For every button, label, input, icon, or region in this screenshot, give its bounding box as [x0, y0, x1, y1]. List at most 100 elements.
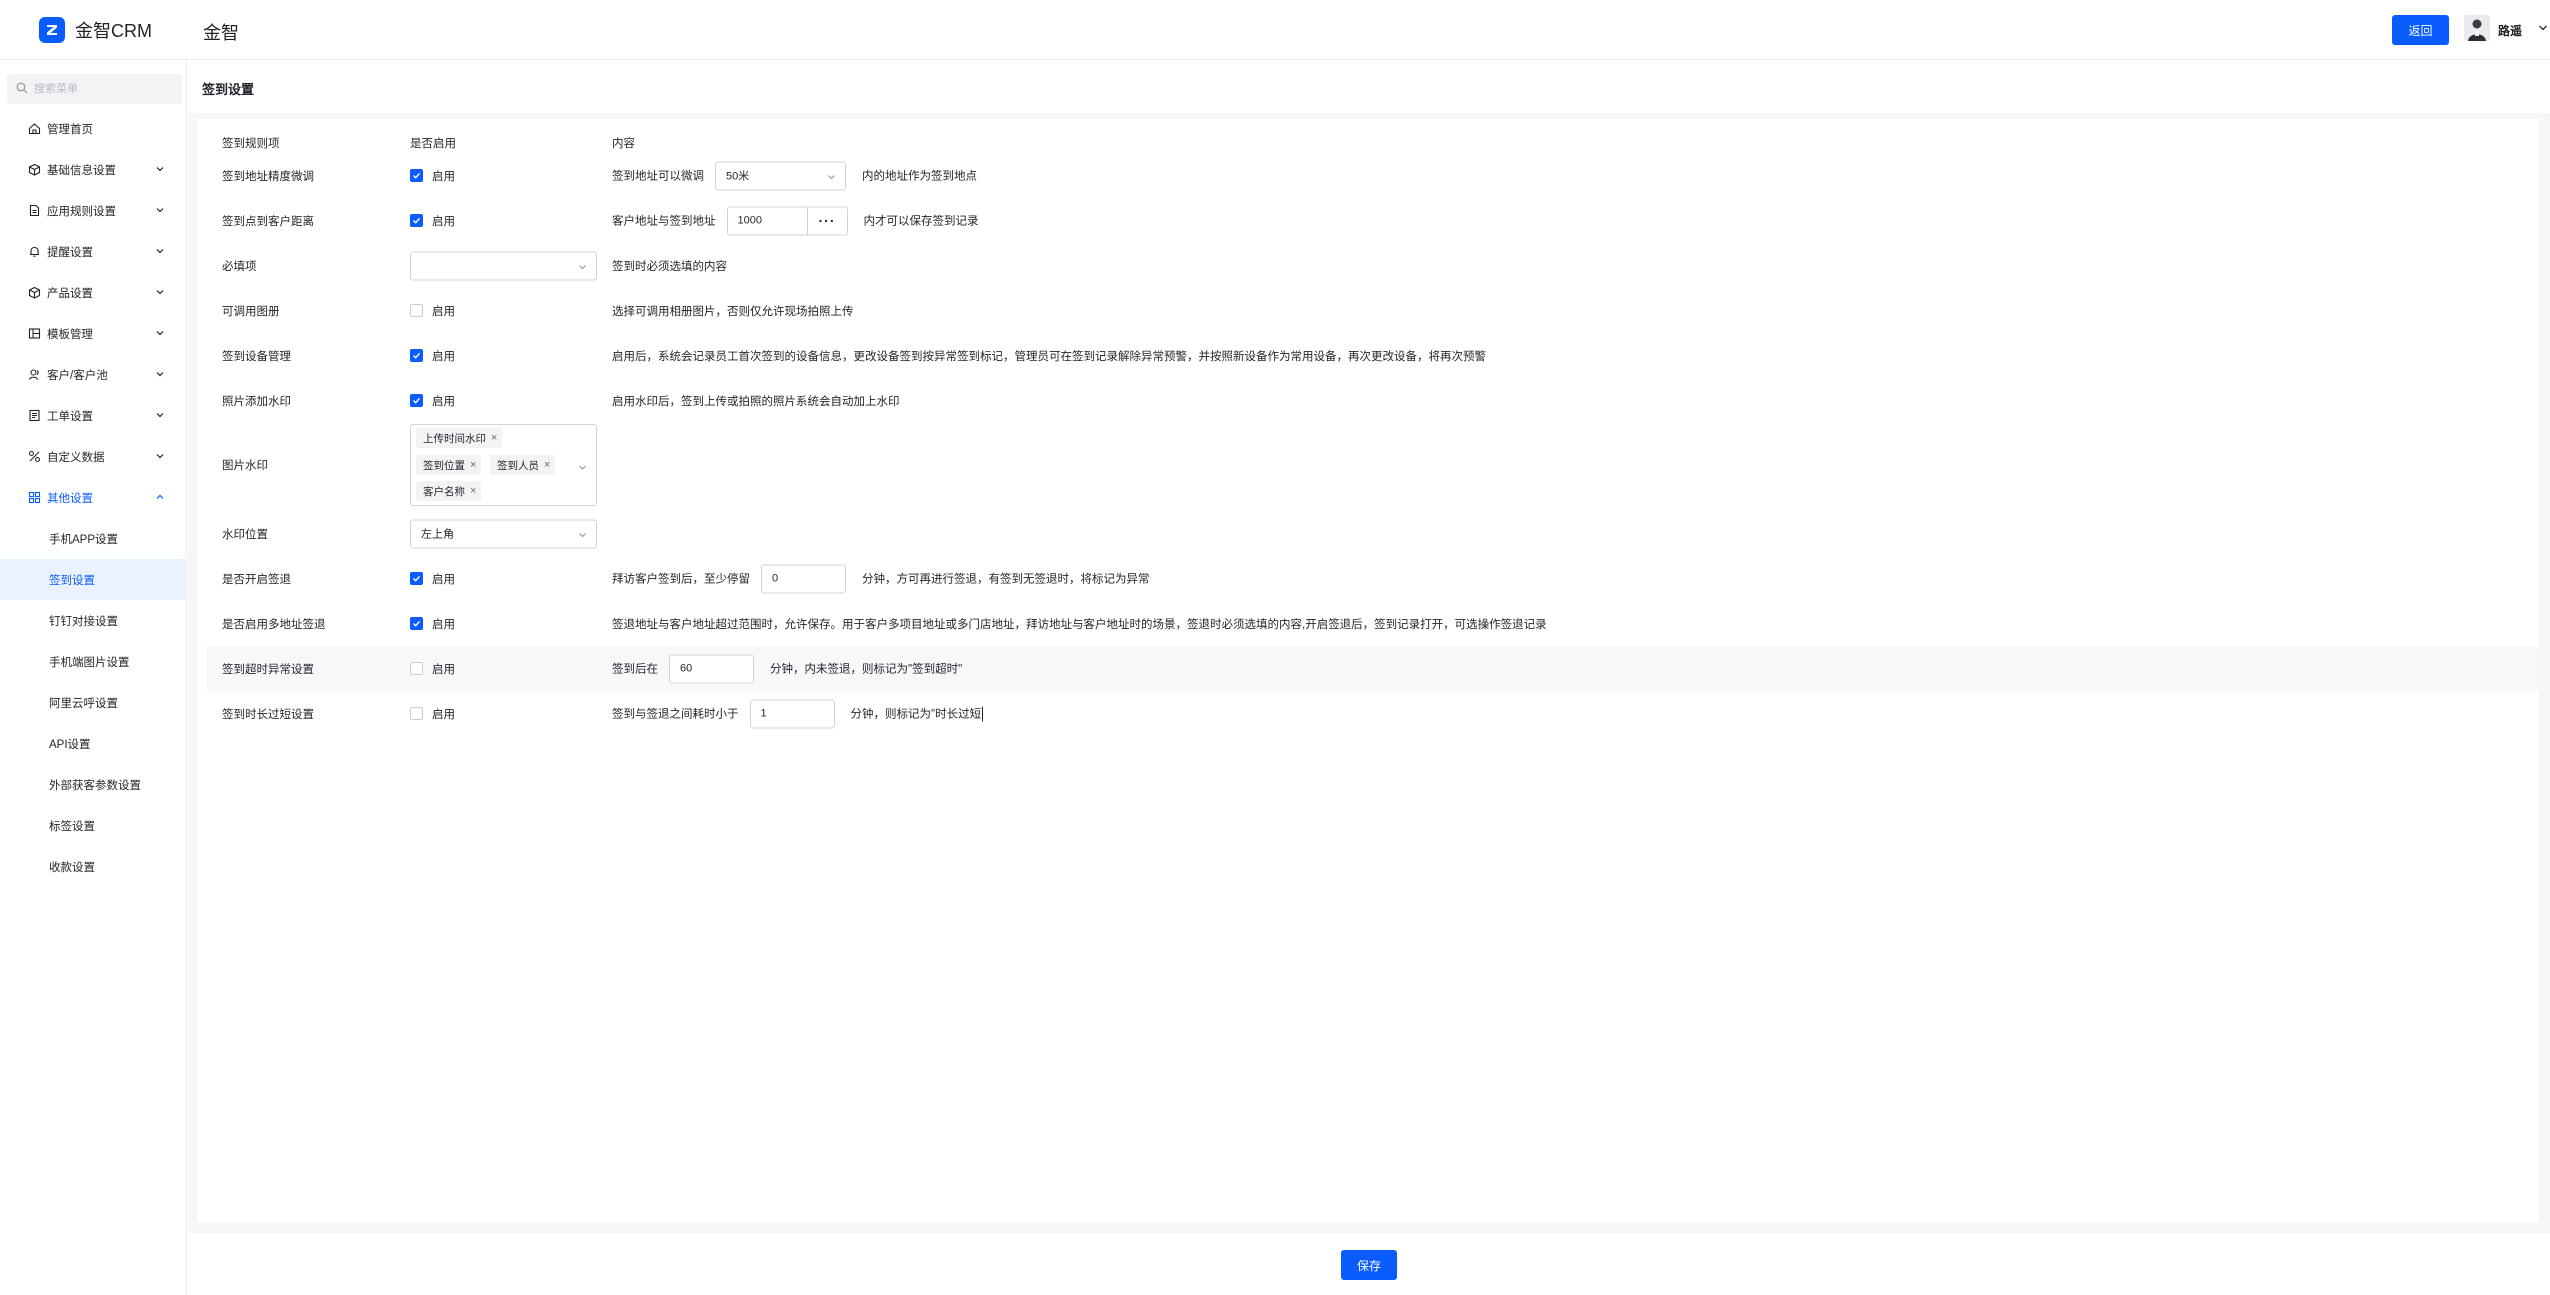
- sidebar-item-custom-data[interactable]: 自定义数据: [0, 436, 187, 477]
- distance-input-group: 1000 ···: [726, 206, 848, 235]
- logo[interactable]: 金智CRM: [39, 17, 152, 43]
- enable-checkbox[interactable]: 启用: [410, 348, 455, 364]
- enable-checkbox[interactable]: 启用: [410, 213, 455, 229]
- sidebar-subitem-aliyun-call[interactable]: 阿里云呼设置: [0, 682, 187, 723]
- chevron-up-icon: [155, 492, 165, 505]
- close-icon[interactable]: ×: [544, 459, 550, 471]
- setting-row-customer-distance: 签到点到客户距离 启用 客户地址与签到地址 1000 ··· 内才可以保存签到记…: [206, 198, 2539, 243]
- close-icon[interactable]: ×: [491, 432, 497, 444]
- tag-checkin-location: 签到位置 ×: [416, 455, 482, 475]
- cube-icon: [28, 163, 41, 176]
- top-header: 金智CRM 金智 返回 路遥: [0, 0, 2550, 60]
- chevron-down-icon: [155, 246, 165, 259]
- customer-icon: [28, 368, 41, 381]
- enable-checkbox[interactable]: 启用: [410, 393, 455, 409]
- setting-row-checkout: 是否开启签退 启用 拜访客户签到后，至少停留 0 分钟，方可再进行签退，有签到无…: [206, 556, 2539, 601]
- checkbox-checked[interactable]: [410, 169, 423, 182]
- setting-row-watermark-position: 水印位置 左上角: [206, 511, 2539, 556]
- watermark-position-select[interactable]: 左上角: [410, 519, 597, 548]
- checkbox-checked[interactable]: [410, 394, 423, 407]
- column-header-content: 内容: [612, 138, 635, 150]
- chevron-down-icon[interactable]: [2538, 22, 2548, 36]
- sidebar-item-customers[interactable]: 客户/客户池: [0, 354, 187, 395]
- tag-upload-time: 上传时间水印 ×: [416, 428, 503, 448]
- sidebar-subitem-dingtalk[interactable]: 钉钉对接设置: [0, 600, 187, 641]
- checkbox-checked[interactable]: [410, 214, 423, 227]
- checkbox-unchecked[interactable]: [410, 707, 423, 720]
- checkbox-checked[interactable]: [410, 349, 423, 362]
- search-input[interactable]: [34, 83, 174, 95]
- checkbox-checked[interactable]: [410, 617, 423, 630]
- tag-checkin-person: 签到人员 ×: [490, 455, 556, 475]
- enable-checkbox[interactable]: 启用: [410, 571, 455, 587]
- document-icon: [28, 204, 41, 217]
- bell-icon: [28, 245, 41, 258]
- tag-customer-name: 客户名称 ×: [416, 481, 482, 501]
- save-button[interactable]: 保存: [1341, 1250, 1397, 1280]
- timeout-minutes-input[interactable]: 60: [669, 654, 754, 683]
- sidebar-item-reminders[interactable]: 提醒设置: [0, 231, 187, 272]
- sidebar-item-products[interactable]: 产品设置: [0, 272, 187, 313]
- sidebar-item-basic-info[interactable]: 基础信息设置: [0, 149, 187, 190]
- page-title: 签到设置: [202, 82, 255, 97]
- sidebar-subitem-tags[interactable]: 标签设置: [0, 805, 187, 846]
- setting-row-address-precision: 签到地址精度微调 启用 签到地址可以微调 50米 内的地址作为签到地点: [206, 153, 2539, 198]
- column-header-rule: 签到规则项: [222, 138, 280, 150]
- setting-row-device-management: 签到设备管理 启用 启用后，系统会记录员工首次签到的设备信息，更改设备签到按异常…: [206, 333, 2539, 378]
- avatar[interactable]: [2464, 15, 2490, 41]
- ticket-icon: [28, 409, 41, 422]
- checkbox-checked[interactable]: [410, 572, 423, 585]
- grid-icon: [28, 491, 41, 504]
- main-area: 签到设置 签到规则项 是否启用 内容 签到地址精度微调 启用 签到地址可以微调 …: [188, 61, 2550, 1295]
- logo-text: 金智CRM: [75, 21, 152, 41]
- setting-row-short-duration: 签到时长过短设置 启用 签到与签退之间耗时小于 1 分钟，则标记为"时长过短: [206, 691, 2539, 736]
- user-name[interactable]: 路遥: [2498, 22, 2522, 39]
- min-duration-input[interactable]: 1: [749, 699, 835, 728]
- setting-row-multi-address-checkout: 是否启用多地址签退 启用 签退地址与客户地址超过范围时，允许保存。用于客户多项目…: [206, 601, 2539, 646]
- text-cursor: [982, 706, 984, 721]
- sidebar-item-templates[interactable]: 模板管理: [0, 313, 187, 354]
- enable-checkbox[interactable]: 启用: [410, 303, 455, 319]
- checkbox-unchecked[interactable]: [410, 662, 423, 675]
- sidebar-item-app-rules[interactable]: 应用规则设置: [0, 190, 187, 231]
- setting-row-timeout: 签到超时异常设置 启用 签到后在 60 分钟，内未签退，则标记为"签到超时": [206, 646, 2539, 691]
- menu-search[interactable]: [7, 74, 182, 104]
- distance-select[interactable]: 50米: [715, 161, 846, 190]
- sidebar-item-other-settings[interactable]: 其他设置: [0, 477, 187, 518]
- close-icon[interactable]: ×: [470, 485, 476, 497]
- logo-icon: [39, 17, 65, 43]
- chevron-down-icon: [827, 172, 836, 184]
- watermark-tags-select[interactable]: 上传时间水印 × 签到位置 × 签到人员 × 客户名称 ×: [410, 424, 597, 506]
- back-button[interactable]: 返回: [2392, 15, 2449, 45]
- sidebar-subitem-api[interactable]: API设置: [0, 723, 187, 764]
- chevron-down-icon: [155, 410, 165, 423]
- distance-input[interactable]: 1000: [726, 206, 808, 235]
- enable-checkbox[interactable]: 启用: [410, 616, 455, 632]
- template-icon: [28, 327, 41, 340]
- enable-checkbox[interactable]: 启用: [410, 168, 455, 184]
- sidebar-subitem-mobile-app[interactable]: 手机APP设置: [0, 518, 187, 559]
- chevron-down-icon: [155, 328, 165, 341]
- sidebar-subitem-mobile-images[interactable]: 手机端图片设置: [0, 641, 187, 682]
- more-options-button[interactable]: ···: [807, 206, 848, 235]
- required-fields-select[interactable]: [410, 251, 597, 280]
- chevron-down-icon: [578, 262, 587, 274]
- sidebar-item-home[interactable]: 管理首页: [0, 108, 187, 149]
- settings-card: 签到规则项 是否启用 内容 签到地址精度微调 启用 签到地址可以微调 50米 内…: [197, 119, 2539, 1222]
- setting-row-photo-watermark: 照片添加水印 启用 启用水印后，签到上传或拍照的照片系统会自动加上水印: [206, 378, 2539, 423]
- custom-data-icon: [28, 450, 41, 463]
- column-header-enabled: 是否启用: [410, 138, 456, 150]
- enable-checkbox[interactable]: 启用: [410, 706, 455, 722]
- chevron-down-icon: [155, 205, 165, 218]
- search-icon: [16, 82, 28, 97]
- checkbox-unchecked[interactable]: [410, 304, 423, 317]
- enable-checkbox[interactable]: 启用: [410, 661, 455, 677]
- close-icon[interactable]: ×: [470, 459, 476, 471]
- chevron-down-icon: [155, 164, 165, 177]
- sidebar-subitem-external-params[interactable]: 外部获客参数设置: [0, 764, 187, 805]
- chevron-down-icon: [155, 369, 165, 382]
- sidebar-subitem-payments[interactable]: 收款设置: [0, 846, 187, 887]
- sidebar-item-tickets[interactable]: 工单设置: [0, 395, 187, 436]
- sidebar-subitem-checkin[interactable]: 签到设置: [0, 559, 187, 600]
- min-stay-input[interactable]: 0: [761, 564, 846, 593]
